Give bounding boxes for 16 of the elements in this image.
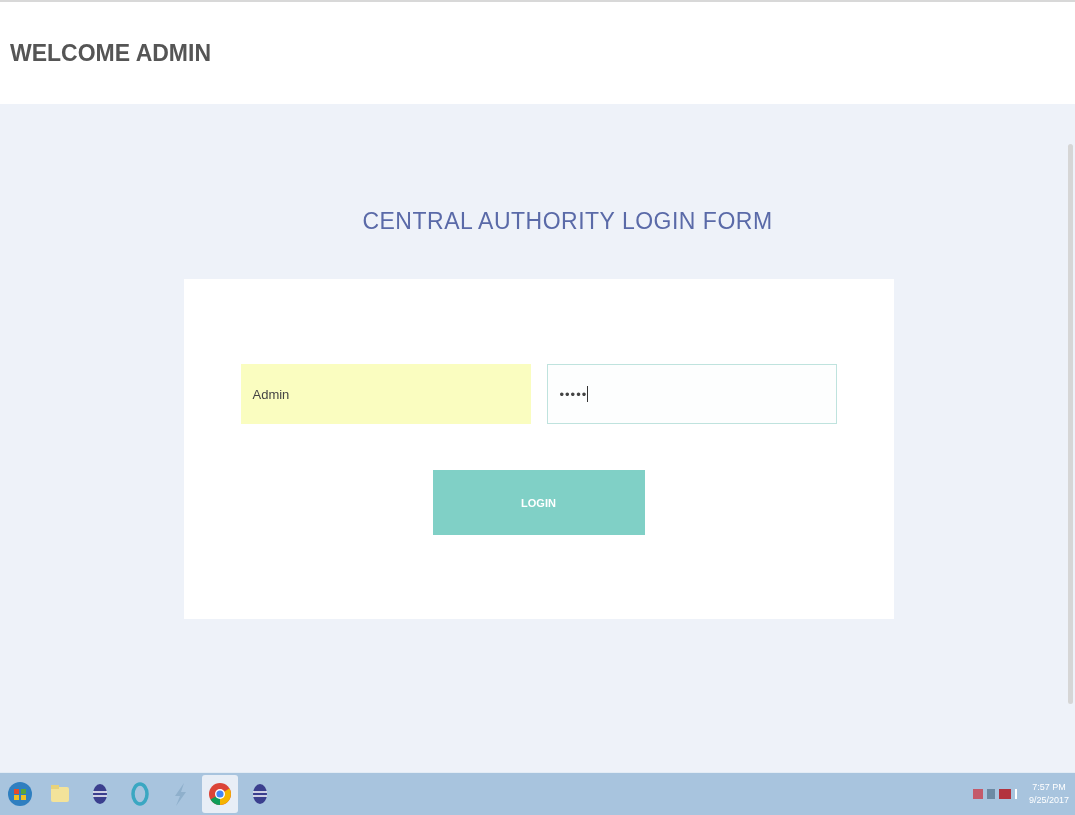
ring-icon [131, 782, 149, 806]
input-field[interactable]: ••••• [546, 364, 837, 424]
chrome-icon [209, 783, 231, 805]
input-field[interactable]: Admin [240, 364, 531, 424]
tray-icons[interactable] [972, 786, 1019, 802]
folder-icon [51, 785, 69, 802]
clock-time: 7:57 PM [1032, 781, 1066, 794]
form-title: CENTRAL AUTHORITY LOGIN FORM [362, 208, 773, 235]
bolt-icon [175, 783, 186, 806]
taskbar-app[interactable] [202, 775, 238, 813]
scrollbar-thumb[interactable] [1068, 144, 1073, 704]
clock-date: 9/25/2017 [1028, 794, 1069, 807]
orb-icon [8, 782, 32, 806]
sphere-icon [92, 784, 108, 804]
page-title: WELCOME ADMIN [10, 39, 211, 67]
sphere-icon [252, 784, 268, 804]
